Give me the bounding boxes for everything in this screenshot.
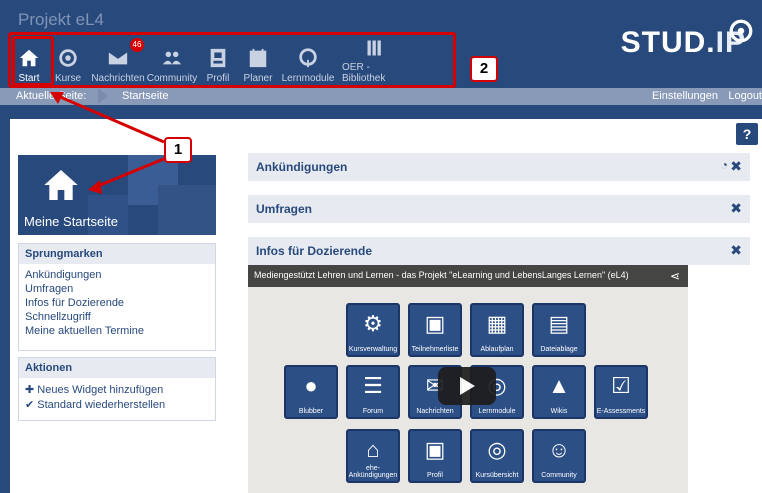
- calendar-icon: ▦: [486, 311, 508, 336]
- helmet-icon: ▲: [548, 373, 570, 398]
- jump-link[interactable]: Infos für Dozierende: [19, 296, 215, 310]
- actions-heading: Aktionen: [19, 358, 215, 378]
- close-icon[interactable]: ✖: [730, 200, 742, 217]
- home-icon: [44, 170, 78, 200]
- profile-icon: ▣: [424, 437, 446, 462]
- widget-title: Umfragen: [256, 202, 313, 216]
- widget-teacher-info: Infos für Dozierende ✖: [248, 237, 750, 265]
- check-icon: ✔: [25, 399, 38, 411]
- checkbox-icon: ☑: [611, 373, 631, 398]
- breadcrumb: Aktuelle Seite: Startseite Einstellungen…: [0, 88, 762, 105]
- tile-forum: ☰ Forum: [346, 365, 400, 419]
- tile-dateiablage: ▤ Dateiablage: [532, 303, 586, 357]
- courses-icon: ◎: [487, 437, 507, 462]
- breadcrumb-current[interactable]: Startseite: [122, 90, 168, 102]
- logo-circle-icon: [729, 19, 753, 43]
- tile-ablaufplan: ▦ Ablaufplan: [470, 303, 524, 357]
- video-title: Mediengestützt Lehren und Lernen - das P…: [254, 270, 629, 280]
- jump-link[interactable]: Schnellzugriff: [19, 310, 215, 324]
- marker-one: 1: [164, 137, 192, 163]
- tile-announcements: ⌂ ehe-Ankündigungen: [346, 429, 400, 483]
- community-icon: ☺: [547, 437, 571, 462]
- highlight-nav: [8, 32, 456, 88]
- tile-profil: ▣ Profil: [408, 429, 462, 483]
- decor-square: [158, 185, 216, 235]
- home-icon: ⌂: [366, 437, 380, 462]
- plus-icon: ✚: [25, 384, 38, 396]
- tile-kursverwaltung: ⚙ Kursverwaltung: [346, 303, 400, 357]
- person-card-icon: ▣: [424, 311, 446, 336]
- jump-link[interactable]: Umfragen: [19, 282, 215, 296]
- jump-marks-panel: Sprungmarken Ankündigungen Umfragen Info…: [18, 243, 216, 351]
- help-icon[interactable]: ?: [736, 123, 758, 145]
- top-header: Projekt eL4 Start Kurse 46 Nachrichten C…: [0, 0, 762, 88]
- tile-community: ☺ Community: [532, 429, 586, 483]
- gear-icon: ⚙: [363, 311, 383, 336]
- tile-kursuebersicht: ◎ Kursübersicht: [470, 429, 524, 483]
- rss-icon[interactable]: ◔: [721, 158, 728, 172]
- breadcrumb-arrow-icon: [98, 88, 108, 104]
- play-button[interactable]: [438, 367, 496, 405]
- project-title: Projekt eL4: [18, 10, 104, 29]
- marker-two: 2: [470, 56, 498, 82]
- jump-link[interactable]: Ankündigungen: [19, 268, 215, 282]
- share-icon[interactable]: ⋖: [670, 269, 680, 283]
- settings-link[interactable]: Einstellungen: [652, 90, 718, 102]
- breadcrumb-label: Aktuelle Seite:: [16, 90, 87, 102]
- logout-link[interactable]: Logout: [728, 90, 762, 102]
- widget-announcements: Ankündigungen ◔ ✖: [248, 153, 750, 181]
- tile-e-assessments: ☑ E-Assessments: [594, 365, 648, 419]
- header-strip: [0, 105, 762, 119]
- widget-title: Ankündigungen: [256, 160, 348, 174]
- tile-blubber: ● Blubber: [284, 365, 338, 419]
- video-player[interactable]: Mediengestützt Lehren und Lernen - das P…: [248, 265, 688, 493]
- file-icon: ▤: [548, 311, 570, 336]
- widget-polls: Umfragen ✖: [248, 195, 750, 223]
- close-icon[interactable]: ✖: [730, 158, 742, 175]
- speech-icon: ☰: [363, 373, 383, 398]
- actions-panel: Aktionen ✚ Neues Widget hinzufügen ✔ Sta…: [18, 357, 216, 421]
- my-startpage-tile[interactable]: Meine Startseite: [18, 155, 216, 235]
- restore-default-link[interactable]: ✔ Standard wiederherstellen: [19, 397, 215, 412]
- close-icon[interactable]: ✖: [730, 242, 742, 259]
- main-content: ? Meine Startseite Sprungmarken Ankündig…: [10, 119, 762, 493]
- video-title-bar: Mediengestützt Lehren und Lernen - das P…: [248, 265, 688, 287]
- widget-title: Infos für Dozierende: [256, 244, 373, 258]
- bubble-icon: ●: [304, 373, 318, 398]
- add-widget-link[interactable]: ✚ Neues Widget hinzufügen: [19, 382, 215, 397]
- tile-wikis: ▲ Wikis: [532, 365, 586, 419]
- tile-teilnehmerliste: ▣ Teilnehmerliste: [408, 303, 462, 357]
- jump-marks-heading: Sprungmarken: [19, 244, 215, 264]
- startpage-title: Meine Startseite: [24, 214, 118, 229]
- jump-link[interactable]: Meine aktuellen Termine: [19, 324, 215, 338]
